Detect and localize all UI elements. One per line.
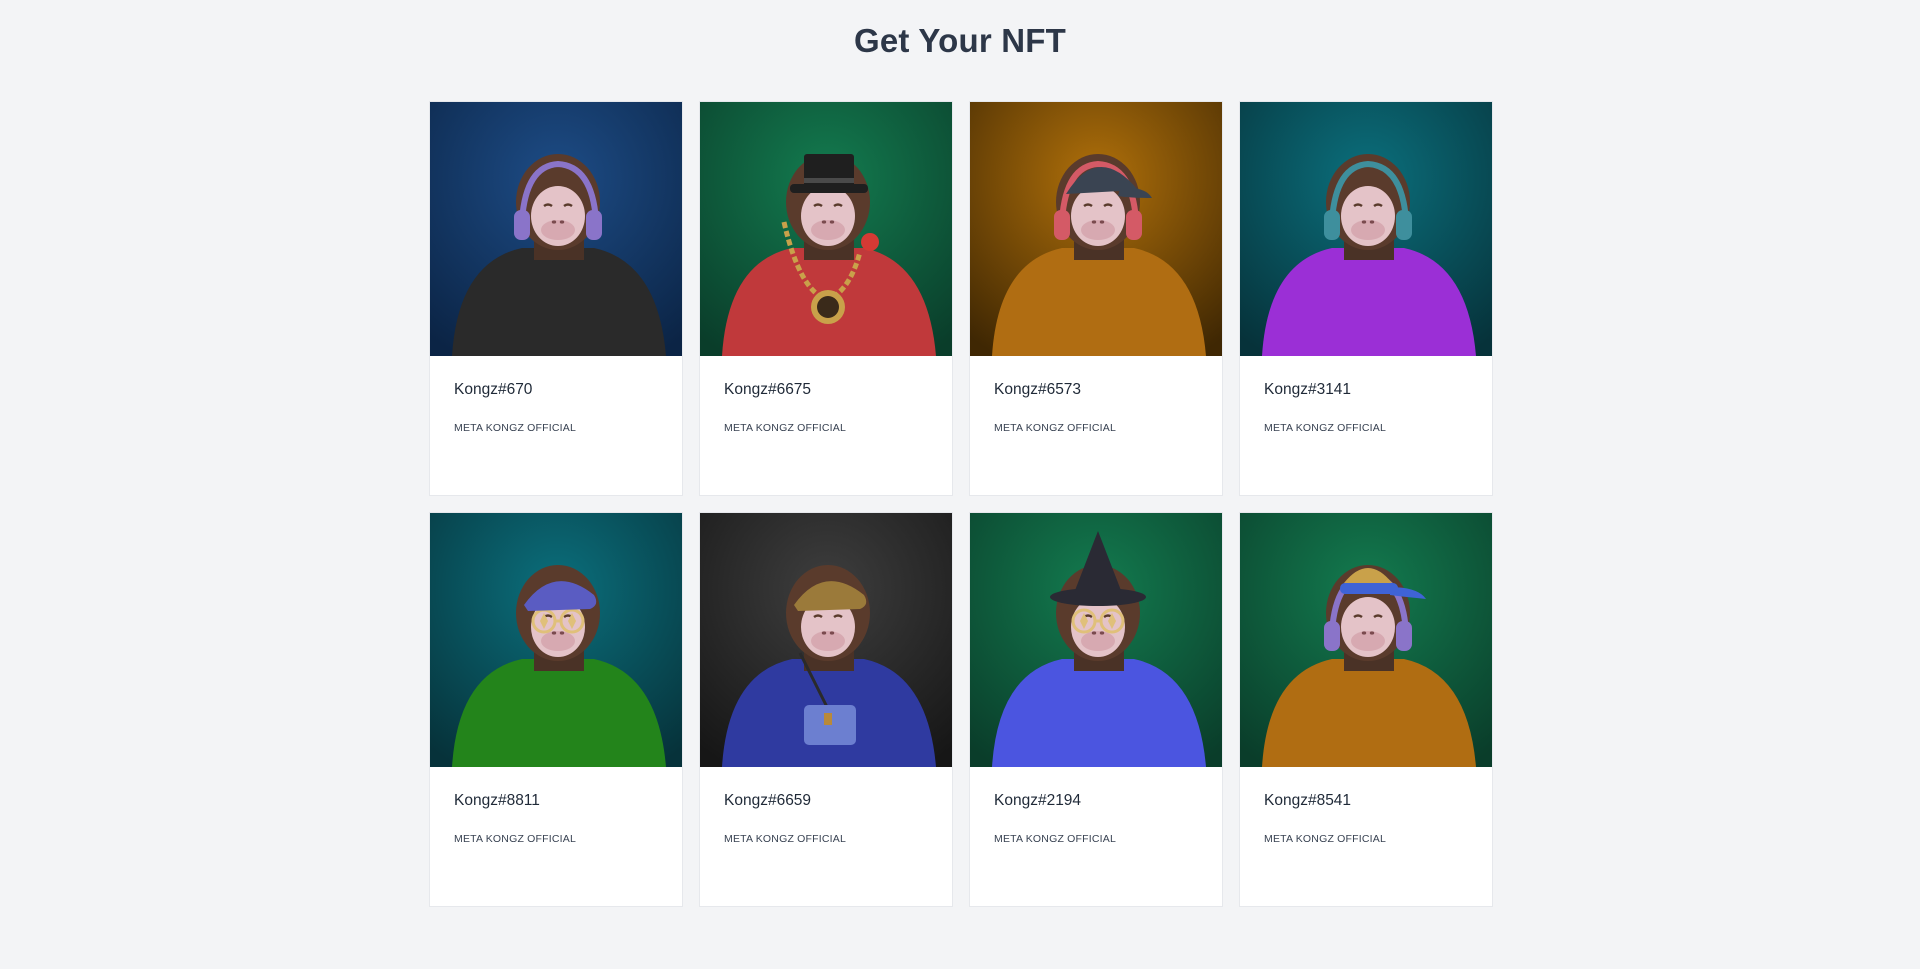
nft-collection: META KONGZ OFFICIAL [994,833,1117,845]
nft-image[interactable] [970,513,1222,767]
nft-info: Kongz#670 META KONGZ OFFICIAL [430,356,682,434]
nft-collection: META KONGZ OFFICIAL [1264,833,1387,845]
page-title: Get Your NFT [853,22,1067,59]
nft-name: Kongz#2194 [994,792,1082,809]
nft-image[interactable] [430,102,682,356]
nft-name: Kongz#6659 [724,792,812,809]
nft-card[interactable]: Kongz#3141 META KONGZ OFFICIAL [1239,101,1493,496]
nft-name: Kongz#8541 [1264,792,1352,809]
nft-info: Kongz#6675 META KONGZ OFFICIAL [700,356,952,434]
nft-collection: META KONGZ OFFICIAL [724,833,847,845]
nft-name: Kongz#6675 [724,381,812,398]
nft-name: Kongz#8811 [454,792,540,809]
nft-image[interactable] [700,102,952,356]
nft-collection: META KONGZ OFFICIAL [454,422,577,434]
nft-image[interactable] [430,513,682,767]
nft-image[interactable] [700,513,952,767]
nft-card[interactable]: Kongz#8541 META KONGZ OFFICIAL [1239,512,1493,907]
nft-grid: Kongz#670 META KONGZ OFFICIAL Kongz#6675… [429,101,1493,907]
nft-name: Kongz#6573 [994,381,1082,398]
nft-card[interactable]: Kongz#6573 META KONGZ OFFICIAL [969,101,1223,496]
nft-name: Kongz#3141 [1264,381,1352,398]
nft-info: Kongz#6573 META KONGZ OFFICIAL [970,356,1222,434]
nft-info: Kongz#2194 META KONGZ OFFICIAL [970,767,1222,845]
nft-image[interactable] [970,102,1222,356]
nft-card[interactable]: Kongz#6659 META KONGZ OFFICIAL [699,512,953,907]
nft-card[interactable]: Kongz#2194 META KONGZ OFFICIAL [969,512,1223,907]
nft-collection: META KONGZ OFFICIAL [1264,422,1387,434]
nft-collection: META KONGZ OFFICIAL [454,833,577,845]
nft-image[interactable] [1240,513,1492,767]
nft-info: Kongz#6659 META KONGZ OFFICIAL [700,767,952,845]
nft-collection: META KONGZ OFFICIAL [994,422,1117,434]
nft-collection: META KONGZ OFFICIAL [724,422,847,434]
nft-card[interactable]: Kongz#670 META KONGZ OFFICIAL [429,101,683,496]
nft-info: Kongz#8541 META KONGZ OFFICIAL [1240,767,1492,845]
nft-card[interactable]: Kongz#6675 META KONGZ OFFICIAL [699,101,953,496]
nft-name: Kongz#670 [454,381,533,398]
nft-card[interactable]: Kongz#8811 META KONGZ OFFICIAL [429,512,683,907]
nft-info: Kongz#3141 META KONGZ OFFICIAL [1240,356,1492,434]
nft-image[interactable] [1240,102,1492,356]
nft-info: Kongz#8811 META KONGZ OFFICIAL [430,767,682,845]
